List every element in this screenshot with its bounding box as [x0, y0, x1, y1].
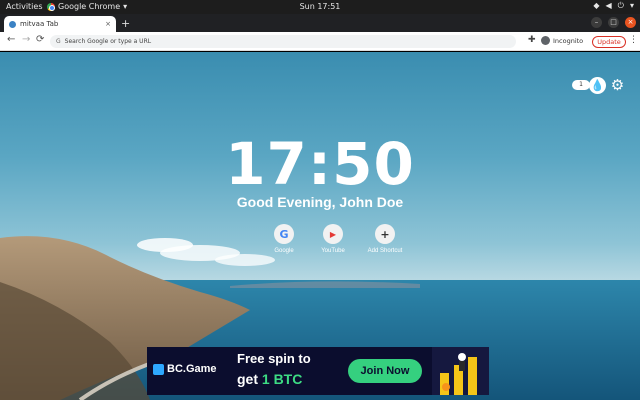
address-input[interactable] [64, 38, 485, 45]
join-now-button[interactable]: Join Now [348, 359, 422, 383]
shortcut-label: Add Shortcut [367, 248, 403, 254]
minimize-button[interactable]: – [591, 17, 602, 28]
incognito-indicator[interactable]: Incognito [541, 36, 583, 45]
chevron-down-icon: ▾ [629, 1, 634, 10]
plus-icon: + [375, 224, 395, 244]
system-clock[interactable]: Sun 17:51 [0, 2, 640, 11]
new-tab-button[interactable]: + [121, 17, 130, 30]
gear-icon[interactable]: ⚙ [609, 77, 626, 94]
power-icon: ⏻ [617, 1, 624, 10]
extensions-icon[interactable]: ✚ [528, 35, 536, 45]
ad-brand-logo: BC.Game [153, 363, 217, 375]
youtube-icon: ▶ [323, 224, 343, 244]
greeting-text: Good Evening, John Doe [236, 194, 404, 210]
forward-button[interactable]: → [22, 34, 30, 45]
tab-strip: mitvaa Tab × + – □ × [0, 14, 640, 32]
tab-favicon-icon [9, 20, 16, 28]
close-window-button[interactable]: × [625, 17, 636, 28]
os-top-bar: Activities Google Chrome ▾ Sun 17:51 ◆ ◀… [0, 0, 640, 14]
browser-toolbar: ← → ⟳ G ✚ Incognito Update ⋮ [0, 32, 640, 51]
tab-mitvaa[interactable]: mitvaa Tab × [4, 16, 116, 32]
incognito-label: Incognito [553, 36, 584, 45]
maximize-button[interactable]: □ [608, 17, 619, 28]
back-button[interactable]: ← [7, 34, 15, 45]
ad-brand: BC.Game [167, 363, 217, 375]
window-controls: – □ × [591, 17, 636, 28]
bcgame-logo-icon [153, 363, 164, 375]
ad-headline: Free spin to [237, 351, 311, 366]
big-clock: 17:50 [225, 130, 415, 198]
tab-close-icon[interactable]: × [105, 20, 111, 28]
tab-title: mitvaa Tab [20, 20, 59, 28]
ad-subheadline: get 1 BTC [237, 371, 303, 387]
incognito-icon [541, 36, 550, 45]
network-icon: ◆ [593, 1, 600, 10]
reload-button[interactable]: ⟳ [36, 34, 44, 45]
update-button[interactable]: Update [592, 36, 626, 48]
google-icon: G [274, 224, 294, 244]
menu-icon[interactable]: ⋮ [629, 35, 638, 45]
ad-banner[interactable]: BC.Game Free spin to get 1 BTC Join Now [147, 347, 489, 395]
ad-illustration [432, 347, 489, 395]
system-tray[interactable]: ◆ ◀ ⏻ ▾ [593, 1, 634, 11]
new-tab-page: 1 💧 ⚙ 17:50 Good Evening, John Doe G Goo… [0, 52, 640, 400]
omnibox[interactable]: G [50, 35, 516, 48]
shortcut-label: YouTube [321, 248, 345, 254]
shortcut-add[interactable]: + Add Shortcut [355, 224, 415, 254]
counter-badge[interactable]: 1 [572, 80, 590, 90]
google-icon: G [56, 38, 61, 45]
water-drop-icon[interactable]: 💧 [589, 77, 606, 94]
volume-icon: ◀ [605, 1, 612, 10]
shortcut-youtube[interactable]: ▶ YouTube [303, 224, 363, 254]
